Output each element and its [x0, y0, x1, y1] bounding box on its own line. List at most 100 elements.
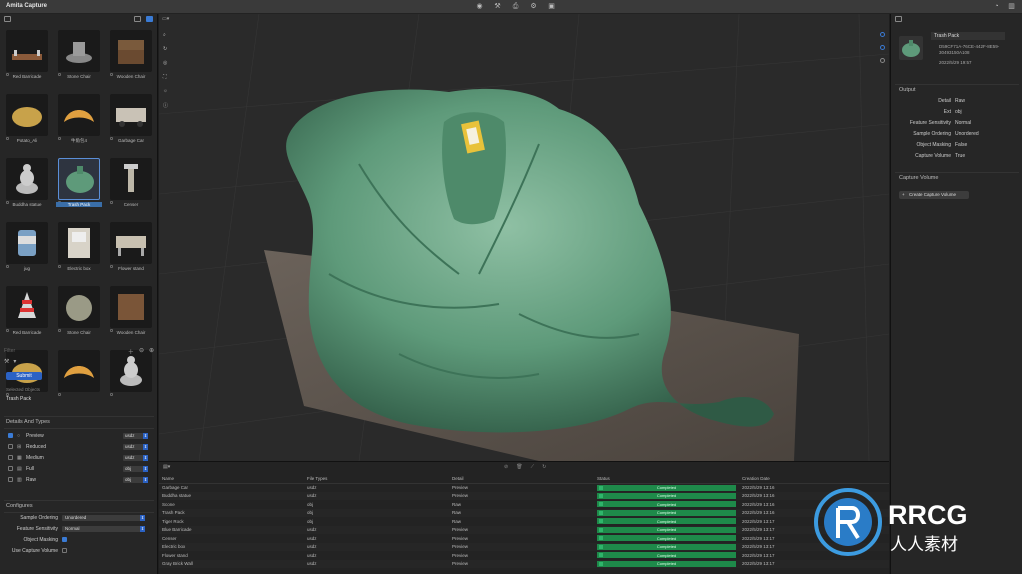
settings-dot-icon[interactable] [880, 58, 885, 63]
light-icon[interactable]: ☼ [163, 88, 168, 94]
cell-file-type: obj [304, 508, 449, 517]
zoom-out-icon[interactable]: ⊖ [139, 347, 144, 356]
object-tile[interactable] [56, 348, 102, 412]
object-tile[interactable]: Trash Pack [56, 156, 102, 220]
tile-checkbox[interactable] [58, 393, 61, 396]
use-capture-volume-checkbox[interactable] [62, 548, 67, 553]
status-bar: Completed [597, 560, 736, 567]
sample-ordering-select[interactable]: Unordered [62, 514, 145, 521]
grid-view-icon[interactable] [146, 16, 153, 22]
table-row[interactable]: Scone obj Raw Completed 2022/5/29 13:16 [159, 500, 889, 509]
table-row[interactable]: Garbage Car usdz Preview Completed 2022/5/29… [159, 483, 889, 492]
filter-input[interactable]: Filter [4, 348, 15, 354]
sidebar-toggle-icon[interactable]: ▥ [1007, 2, 1016, 11]
object-tile[interactable]: Stone Chair [56, 284, 102, 348]
chair-thumbnail [58, 30, 100, 72]
add-icon[interactable]: ＋ [128, 347, 134, 356]
hammer-icon[interactable]: ⚒ [4, 358, 9, 366]
croissant-thumbnail [58, 350, 100, 392]
object-tile[interactable] [108, 348, 154, 412]
object-tile[interactable]: Stone Chair [56, 28, 102, 92]
zoom-icon[interactable]: ⌕ [163, 32, 168, 38]
table-row[interactable]: Buddha statue usdz Preview Completed 2022/5/… [159, 491, 889, 500]
status-text: Completed [656, 510, 677, 516]
cell-status: Completed [594, 542, 739, 551]
view-menu-icon[interactable] [4, 16, 11, 22]
orbit-icon[interactable]: ◎ [163, 60, 168, 66]
model-viewport[interactable]: ▭▾ ⌕ ↻ ◎ ⛶ ☼ ⓘ [159, 14, 889, 461]
detail-name: Raw [26, 476, 37, 483]
object-tile-label: 牛角包4 [70, 138, 87, 143]
list-view-icon[interactable] [134, 16, 141, 22]
column-header[interactable]: File Types [304, 475, 449, 484]
column-header[interactable]: Detail [449, 475, 594, 484]
table-row[interactable]: Censer usdz Preview Completed 2022/5/29 13:1… [159, 534, 889, 543]
object-name-field[interactable]: Trash Pack [931, 32, 1005, 40]
object-tile[interactable]: Red Barricade [4, 28, 50, 92]
object-tile[interactable]: Garbage Car [108, 92, 154, 156]
object-tile[interactable]: Wooden Chair [108, 28, 154, 92]
object-tile-label: Buddha statue [12, 202, 42, 207]
folder-icon[interactable]: ▣ [547, 2, 556, 11]
feature-sensitivity-select[interactable]: Normal [62, 525, 145, 532]
panel-menu-icon[interactable]: ▤▾ [163, 464, 170, 470]
detail-type-icon: ⊞ [17, 443, 22, 450]
detail-checkbox[interactable] [8, 433, 13, 438]
chevron-down-icon[interactable]: ▾ [13, 358, 16, 366]
status-text: Completed [656, 501, 677, 507]
file-type-select[interactable]: obj [123, 465, 148, 472]
camera-dot-icon[interactable] [880, 32, 885, 37]
table-row[interactable]: Flower stand usdz Preview Completed 2022/5/2… [159, 551, 889, 560]
share-icon[interactable]: ◔ [992, 2, 1001, 11]
column-header[interactable]: Status [594, 475, 739, 484]
object-masking-checkbox[interactable] [62, 537, 67, 542]
detail-checkbox[interactable] [8, 477, 13, 482]
refresh-icon[interactable]: ↻ [542, 464, 546, 470]
submit-button[interactable]: Submit [6, 372, 42, 380]
bounds-dot-icon[interactable] [880, 45, 885, 50]
table-row[interactable]: Gray Brick Wall usdz Preview Completed 2022/… [159, 559, 889, 568]
gear-icon[interactable]: ⚙ [529, 2, 538, 11]
object-tile[interactable]: Electric box [56, 220, 102, 284]
object-tile[interactable]: Potato_Ali [4, 92, 50, 156]
object-tile[interactable]: Red Barricade [4, 284, 50, 348]
column-header[interactable]: Name [159, 475, 304, 484]
wrench-icon[interactable]: ⚒ [493, 2, 502, 11]
viewport-menu-icon[interactable]: ▭▾ [162, 16, 169, 22]
viewport-scene [159, 14, 889, 461]
detail-checkbox[interactable] [8, 455, 13, 460]
file-type-select[interactable]: obj [123, 476, 148, 483]
trash-icon[interactable]: 🗑 [516, 464, 522, 470]
cell-detail: Raw [452, 518, 462, 524]
table-row[interactable]: Tiger Rock obj Raw Completed 2022/5/29 13:17 [159, 517, 889, 526]
table-row[interactable]: Electric box usdz Preview Completed 2022/5/2… [159, 542, 889, 551]
camera-icon[interactable]: ◉ [475, 2, 484, 11]
tile-checkbox[interactable] [110, 393, 113, 396]
file-type-select[interactable]: usdz [123, 454, 148, 461]
cell-status: Completed [594, 508, 739, 517]
cell-file-type: usdz [304, 491, 449, 500]
chart-icon[interactable]: ⟋ [531, 464, 535, 470]
zoom-in-icon[interactable]: ⊕ [149, 347, 154, 356]
object-tile[interactable]: jug [4, 220, 50, 284]
object-tile[interactable]: Flower stand [108, 220, 154, 284]
file-type-select[interactable]: usdz [123, 443, 148, 450]
object-tile[interactable]: Buddha statue [4, 156, 50, 220]
frame-icon[interactable]: ⛶ [163, 74, 168, 80]
rotate-icon[interactable]: ↻ [163, 46, 168, 52]
printer-icon[interactable]: ⎙ [511, 2, 520, 11]
cell-detail: Raw [449, 508, 594, 517]
info-icon[interactable]: ⓘ [163, 102, 168, 109]
stop-icon[interactable]: ⊘ [504, 464, 508, 470]
object-tile[interactable]: Censer [108, 156, 154, 220]
detail-checkbox[interactable] [8, 466, 13, 471]
table-row[interactable]: Blue Barricade usdz Preview Completed 2022/5… [159, 525, 889, 534]
table-row[interactable]: Trash Pack obj Raw Completed 2022/5/29 13:16 [159, 508, 889, 517]
object-tile[interactable]: Wooden Chair [108, 284, 154, 348]
create-capture-volume-button[interactable]: Create Capture Volume [899, 191, 969, 199]
output-row: Sample Ordering Unordered [899, 131, 1014, 137]
object-tile[interactable]: 牛角包4 [56, 92, 102, 156]
inspector-menu-icon[interactable] [895, 16, 902, 22]
file-type-select[interactable]: usdz [123, 432, 148, 439]
detail-checkbox[interactable] [8, 444, 13, 449]
